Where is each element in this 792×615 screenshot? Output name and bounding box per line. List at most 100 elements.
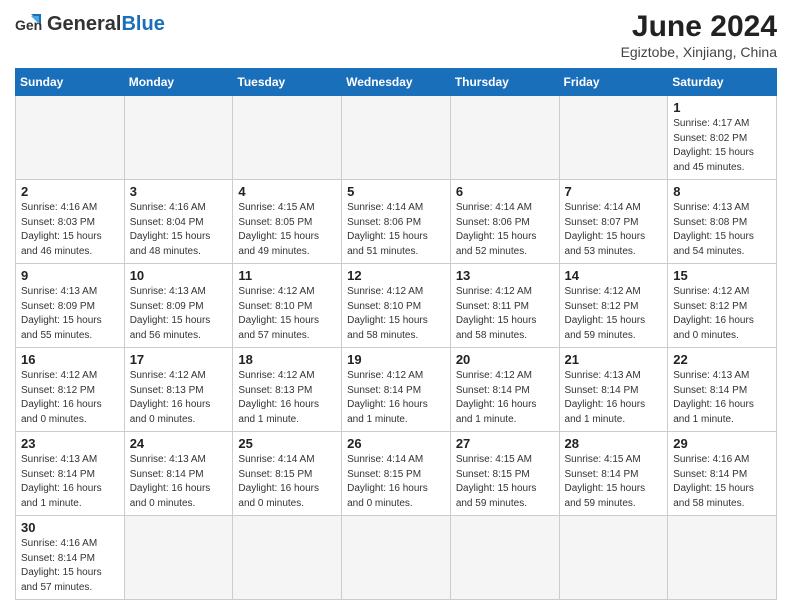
day-number: 4 bbox=[238, 184, 337, 199]
day-info: Sunrise: 4:17 AM Sunset: 8:02 PM Dayligh… bbox=[673, 117, 772, 175]
day-number: 20 bbox=[456, 352, 555, 367]
logo-icon: Gen bbox=[15, 10, 43, 38]
calendar-cell: 9 Sunrise: 4:13 AM Sunset: 8:09 PM Daylig… bbox=[16, 264, 125, 348]
day-info: Sunrise: 4:15 AM Sunset: 8:15 PM Dayligh… bbox=[456, 453, 555, 511]
calendar-cell: 29 Sunrise: 4:16 AM Sunset: 8:14 PM Dayli… bbox=[668, 432, 777, 516]
day-number: 27 bbox=[456, 436, 555, 451]
day-info: Sunrise: 4:13 AM Sunset: 8:14 PM Dayligh… bbox=[130, 453, 229, 511]
day-number: 24 bbox=[130, 436, 229, 451]
day-number: 1 bbox=[673, 100, 772, 115]
calendar-cell: 27 Sunrise: 4:15 AM Sunset: 8:15 PM Dayli… bbox=[450, 432, 559, 516]
calendar-cell: 25 Sunrise: 4:14 AM Sunset: 8:15 PM Dayli… bbox=[233, 432, 342, 516]
day-info: Sunrise: 4:14 AM Sunset: 8:15 PM Dayligh… bbox=[347, 453, 446, 511]
calendar-cell bbox=[559, 96, 668, 180]
calendar-week-row: 16Sunrise: 4:12 AM Sunset: 8:12 PM Dayli… bbox=[16, 348, 777, 432]
day-info: Sunrise: 4:15 AM Sunset: 8:14 PM Dayligh… bbox=[565, 453, 664, 511]
day-info: Sunrise: 4:12 AM Sunset: 8:12 PM Dayligh… bbox=[565, 285, 664, 343]
day-info: Sunrise: 4:12 AM Sunset: 8:11 PM Dayligh… bbox=[456, 285, 555, 343]
calendar-table: SundayMondayTuesdayWednesdayThursdayFrid… bbox=[15, 68, 777, 600]
weekday-header-row: SundayMondayTuesdayWednesdayThursdayFrid… bbox=[16, 69, 777, 96]
weekday-header-tuesday: Tuesday bbox=[233, 69, 342, 96]
day-number: 3 bbox=[130, 184, 229, 199]
calendar-cell: 30Sunrise: 4:16 AM Sunset: 8:14 PM Dayli… bbox=[16, 516, 125, 600]
calendar-cell bbox=[233, 96, 342, 180]
day-number: 14 bbox=[565, 268, 664, 283]
calendar-cell bbox=[668, 516, 777, 600]
calendar-cell bbox=[16, 96, 125, 180]
day-info: Sunrise: 4:12 AM Sunset: 8:13 PM Dayligh… bbox=[238, 369, 337, 427]
calendar-cell: 22Sunrise: 4:13 AM Sunset: 8:14 PM Dayli… bbox=[668, 348, 777, 432]
day-number: 11 bbox=[238, 268, 337, 283]
calendar-cell: 10 Sunrise: 4:13 AM Sunset: 8:09 PM Dayli… bbox=[124, 264, 233, 348]
calendar-cell: 7 Sunrise: 4:14 AM Sunset: 8:07 PM Daylig… bbox=[559, 180, 668, 264]
calendar-cell: 5Sunrise: 4:14 AM Sunset: 8:06 PM Daylig… bbox=[342, 180, 451, 264]
calendar-cell: 26 Sunrise: 4:14 AM Sunset: 8:15 PM Dayli… bbox=[342, 432, 451, 516]
weekday-header-wednesday: Wednesday bbox=[342, 69, 451, 96]
calendar-cell bbox=[233, 516, 342, 600]
calendar-cell bbox=[342, 516, 451, 600]
day-number: 16 bbox=[21, 352, 120, 367]
calendar-week-row: 1 Sunrise: 4:17 AM Sunset: 8:02 PM Daylig… bbox=[16, 96, 777, 180]
calendar-week-row: 30Sunrise: 4:16 AM Sunset: 8:14 PM Dayli… bbox=[16, 516, 777, 600]
day-number: 29 bbox=[673, 436, 772, 451]
day-info: Sunrise: 4:14 AM Sunset: 8:06 PM Dayligh… bbox=[456, 201, 555, 259]
day-number: 19 bbox=[347, 352, 446, 367]
day-number: 2 bbox=[21, 184, 120, 199]
day-info: Sunrise: 4:16 AM Sunset: 8:03 PM Dayligh… bbox=[21, 201, 120, 259]
day-info: Sunrise: 4:16 AM Sunset: 8:14 PM Dayligh… bbox=[21, 537, 120, 595]
day-number: 25 bbox=[238, 436, 337, 451]
day-number: 17 bbox=[130, 352, 229, 367]
weekday-header-saturday: Saturday bbox=[668, 69, 777, 96]
day-number: 18 bbox=[238, 352, 337, 367]
calendar-cell: 1 Sunrise: 4:17 AM Sunset: 8:02 PM Daylig… bbox=[668, 96, 777, 180]
day-info: Sunrise: 4:13 AM Sunset: 8:14 PM Dayligh… bbox=[673, 369, 772, 427]
day-info: Sunrise: 4:12 AM Sunset: 8:12 PM Dayligh… bbox=[673, 285, 772, 343]
calendar-cell: 19Sunrise: 4:12 AM Sunset: 8:14 PM Dayli… bbox=[342, 348, 451, 432]
day-info: Sunrise: 4:12 AM Sunset: 8:10 PM Dayligh… bbox=[347, 285, 446, 343]
weekday-header-sunday: Sunday bbox=[16, 69, 125, 96]
day-number: 7 bbox=[565, 184, 664, 199]
day-number: 12 bbox=[347, 268, 446, 283]
day-number: 26 bbox=[347, 436, 446, 451]
day-info: Sunrise: 4:13 AM Sunset: 8:14 PM Dayligh… bbox=[21, 453, 120, 511]
calendar-cell: 11 Sunrise: 4:12 AM Sunset: 8:10 PM Dayli… bbox=[233, 264, 342, 348]
day-info: Sunrise: 4:16 AM Sunset: 8:14 PM Dayligh… bbox=[673, 453, 772, 511]
day-info: Sunrise: 4:13 AM Sunset: 8:08 PM Dayligh… bbox=[673, 201, 772, 259]
calendar-cell: 20 Sunrise: 4:12 AM Sunset: 8:14 PM Dayli… bbox=[450, 348, 559, 432]
day-number: 5 bbox=[347, 184, 446, 199]
calendar-cell: 17 Sunrise: 4:12 AM Sunset: 8:13 PM Dayli… bbox=[124, 348, 233, 432]
month-title: June 2024 bbox=[621, 10, 777, 44]
calendar-cell: 14 Sunrise: 4:12 AM Sunset: 8:12 PM Dayli… bbox=[559, 264, 668, 348]
weekday-header-friday: Friday bbox=[559, 69, 668, 96]
calendar-cell: 24 Sunrise: 4:13 AM Sunset: 8:14 PM Dayli… bbox=[124, 432, 233, 516]
logo: Gen GeneralBlue bbox=[15, 10, 165, 38]
day-info: Sunrise: 4:13 AM Sunset: 8:09 PM Dayligh… bbox=[130, 285, 229, 343]
calendar-cell: 3Sunrise: 4:16 AM Sunset: 8:04 PM Daylig… bbox=[124, 180, 233, 264]
day-info: Sunrise: 4:14 AM Sunset: 8:07 PM Dayligh… bbox=[565, 201, 664, 259]
day-number: 9 bbox=[21, 268, 120, 283]
calendar-cell: 23Sunrise: 4:13 AM Sunset: 8:14 PM Dayli… bbox=[16, 432, 125, 516]
day-number: 13 bbox=[456, 268, 555, 283]
calendar-cell bbox=[124, 96, 233, 180]
day-info: Sunrise: 4:14 AM Sunset: 8:15 PM Dayligh… bbox=[238, 453, 337, 511]
calendar-week-row: 23Sunrise: 4:13 AM Sunset: 8:14 PM Dayli… bbox=[16, 432, 777, 516]
day-number: 8 bbox=[673, 184, 772, 199]
day-info: Sunrise: 4:12 AM Sunset: 8:10 PM Dayligh… bbox=[238, 285, 337, 343]
calendar-week-row: 9 Sunrise: 4:13 AM Sunset: 8:09 PM Daylig… bbox=[16, 264, 777, 348]
calendar-cell: 18 Sunrise: 4:12 AM Sunset: 8:13 PM Dayli… bbox=[233, 348, 342, 432]
calendar-cell: 8 Sunrise: 4:13 AM Sunset: 8:08 PM Daylig… bbox=[668, 180, 777, 264]
day-number: 15 bbox=[673, 268, 772, 283]
calendar-cell bbox=[450, 516, 559, 600]
calendar-cell: 2 Sunrise: 4:16 AM Sunset: 8:03 PM Daylig… bbox=[16, 180, 125, 264]
day-info: Sunrise: 4:12 AM Sunset: 8:14 PM Dayligh… bbox=[456, 369, 555, 427]
title-section: June 2024 Egiztobe, Xinjiang, China bbox=[621, 10, 777, 60]
day-number: 10 bbox=[130, 268, 229, 283]
calendar-cell: 4Sunrise: 4:15 AM Sunset: 8:05 PM Daylig… bbox=[233, 180, 342, 264]
calendar-cell bbox=[450, 96, 559, 180]
calendar-cell: 6Sunrise: 4:14 AM Sunset: 8:06 PM Daylig… bbox=[450, 180, 559, 264]
calendar-week-row: 2 Sunrise: 4:16 AM Sunset: 8:03 PM Daylig… bbox=[16, 180, 777, 264]
day-info: Sunrise: 4:13 AM Sunset: 8:09 PM Dayligh… bbox=[21, 285, 120, 343]
day-info: Sunrise: 4:12 AM Sunset: 8:13 PM Dayligh… bbox=[130, 369, 229, 427]
calendar-cell: 16Sunrise: 4:12 AM Sunset: 8:12 PM Dayli… bbox=[16, 348, 125, 432]
day-number: 28 bbox=[565, 436, 664, 451]
